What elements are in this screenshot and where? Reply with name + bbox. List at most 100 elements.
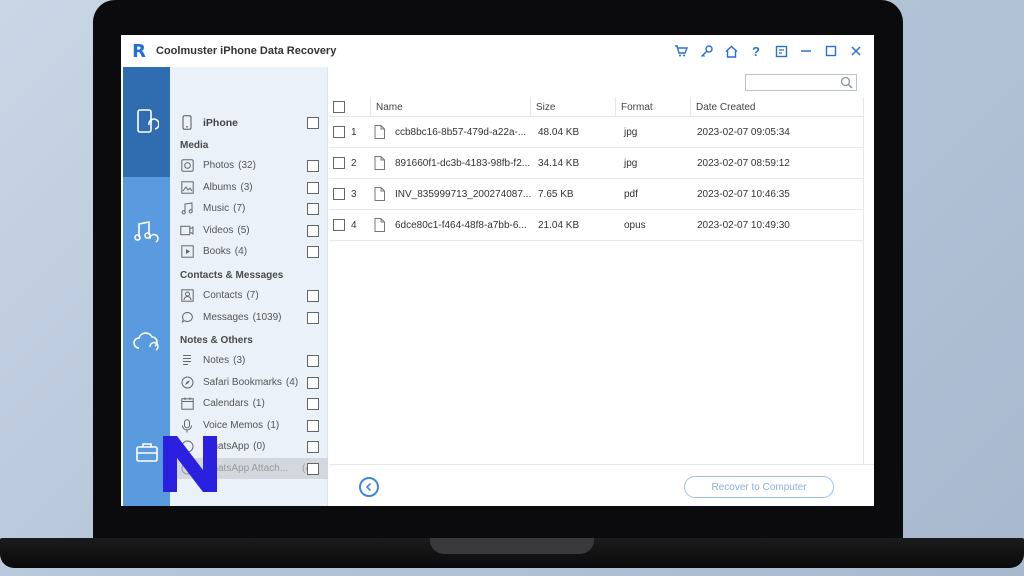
itunes-recovery-icon bbox=[133, 221, 159, 243]
key-icon[interactable] bbox=[698, 43, 714, 59]
category-checkbox[interactable] bbox=[307, 311, 319, 324]
title-bar: R Coolmuster iPhone Data Recovery ? bbox=[121, 35, 874, 67]
category-messages[interactable]: Messages (1039) bbox=[170, 307, 328, 328]
category-checkbox[interactable] bbox=[307, 202, 319, 215]
mode-icloud-recovery[interactable] bbox=[123, 287, 170, 397]
file-format: opus bbox=[624, 220, 646, 231]
category-checkbox[interactable] bbox=[307, 354, 319, 367]
row-checkbox[interactable] bbox=[333, 219, 345, 231]
row-checkbox[interactable] bbox=[333, 188, 345, 200]
feedback-icon[interactable] bbox=[773, 43, 789, 59]
app-title: Coolmuster iPhone Data Recovery bbox=[156, 45, 337, 57]
category-checkbox[interactable] bbox=[307, 289, 319, 302]
books-icon bbox=[180, 245, 194, 259]
photos-icon bbox=[180, 159, 194, 173]
help-icon[interactable]: ? bbox=[748, 43, 764, 59]
file-date: 2023-02-07 10:46:35 bbox=[697, 189, 790, 200]
category-checkbox[interactable] bbox=[307, 376, 319, 389]
category-count: (1) bbox=[252, 398, 265, 409]
category-checkbox[interactable] bbox=[307, 419, 319, 432]
table-right-border bbox=[863, 97, 864, 501]
category-music[interactable]: Music (7) bbox=[170, 198, 328, 219]
category-count: (4) bbox=[285, 377, 299, 388]
file-icon bbox=[374, 156, 385, 170]
category-calendars[interactable]: Calendars (1) bbox=[170, 393, 328, 414]
file-icon bbox=[374, 187, 385, 201]
close-icon[interactable] bbox=[848, 43, 864, 59]
category-count: (3) bbox=[233, 355, 246, 366]
music-icon bbox=[180, 202, 194, 216]
file-format: pdf bbox=[624, 189, 638, 200]
row-number: 2 bbox=[351, 158, 357, 169]
category-label: Safari Bookmarks bbox=[203, 377, 282, 388]
file-icon bbox=[374, 125, 385, 139]
row-checkbox[interactable] bbox=[333, 126, 345, 138]
category-photos[interactable]: Photos (32) bbox=[170, 155, 328, 176]
cart-icon[interactable] bbox=[673, 43, 689, 59]
file-date: 2023-02-07 10:49:30 bbox=[697, 220, 790, 231]
file-date: 2023-02-07 08:59:12 bbox=[697, 158, 790, 169]
minimize-icon[interactable] bbox=[798, 43, 814, 59]
category-checkbox[interactable] bbox=[307, 181, 319, 194]
recover-to-computer-button[interactable]: Recover to Computer bbox=[684, 476, 834, 498]
category-checkbox[interactable] bbox=[307, 440, 319, 453]
category-albums[interactable]: Albums (3) bbox=[170, 177, 328, 198]
column-format[interactable]: Format bbox=[621, 102, 653, 113]
chevron-left-icon bbox=[365, 482, 372, 492]
mode-itunes-recovery[interactable] bbox=[123, 177, 170, 287]
toolbox-icon bbox=[135, 442, 158, 462]
category-voice-memos[interactable]: Voice Memos (1) bbox=[170, 415, 328, 436]
row-number: 3 bbox=[351, 189, 357, 200]
file-name: INV_835999713_200274087... bbox=[395, 189, 532, 200]
category-videos[interactable]: Videos (5) bbox=[170, 220, 328, 241]
column-size[interactable]: Size bbox=[536, 102, 555, 113]
category-label: Music bbox=[203, 203, 230, 214]
table-row[interactable]: 2 891660f1-dc3b-4183-98fb-f2... 34.14 KB… bbox=[329, 148, 863, 179]
table-row[interactable]: 3 INV_835999713_200274087... 7.65 KB pdf… bbox=[329, 179, 863, 210]
category-books[interactable]: Books (4) bbox=[170, 241, 328, 262]
device-select-all-checkbox[interactable] bbox=[307, 116, 319, 129]
footer-bar: Recover to Computer bbox=[329, 464, 874, 506]
search-input[interactable] bbox=[745, 74, 857, 91]
table-row[interactable]: 4 6dce80c1-f464-48f8-a7bb-6... 21.04 KB … bbox=[329, 210, 863, 241]
category-count: (5) bbox=[237, 225, 250, 236]
section-header-notes-others: Notes & Others bbox=[180, 335, 253, 346]
section-header-contacts-messages: Contacts & Messages bbox=[180, 270, 284, 281]
column-date-created[interactable]: Date Created bbox=[696, 102, 755, 113]
select-all-checkbox[interactable] bbox=[333, 101, 345, 113]
category-label: Notes bbox=[203, 355, 230, 366]
column-name[interactable]: Name bbox=[376, 102, 403, 113]
row-checkbox[interactable] bbox=[333, 157, 345, 169]
category-notes[interactable]: Notes (3) bbox=[170, 350, 328, 371]
category-count: (7) bbox=[246, 290, 259, 301]
row-number: 1 bbox=[351, 127, 357, 138]
file-name: 891660f1-dc3b-4183-98fb-f2... bbox=[395, 158, 531, 169]
category-checkbox[interactable] bbox=[307, 224, 319, 237]
device-row[interactable]: iPhone bbox=[170, 112, 328, 133]
notes-icon bbox=[180, 354, 194, 368]
category-safari-bookmarks[interactable]: Safari Bookmarks (4) bbox=[170, 372, 328, 393]
back-button[interactable] bbox=[359, 477, 379, 497]
maximize-icon[interactable] bbox=[823, 43, 839, 59]
device-name: iPhone bbox=[203, 116, 239, 129]
category-count: (7) bbox=[233, 203, 246, 214]
table-row[interactable]: 1 ccb8bc16-8b57-479d-a22a-... 48.04 KB j… bbox=[329, 117, 863, 148]
category-label: Contacts bbox=[203, 290, 243, 301]
category-label: Messages bbox=[203, 312, 249, 323]
category-count: (1039) bbox=[252, 312, 282, 323]
category-checkbox[interactable] bbox=[307, 245, 319, 258]
mode-device-recovery[interactable] bbox=[123, 67, 170, 177]
file-list-panel: Name Size Format Date Created 1 ccb8bc16… bbox=[329, 67, 874, 506]
app-logo: R bbox=[132, 40, 146, 62]
category-label: Books bbox=[203, 246, 231, 257]
search-icon[interactable] bbox=[840, 76, 853, 89]
row-number: 4 bbox=[351, 220, 357, 231]
category-count: (3) bbox=[240, 182, 253, 193]
category-checkbox[interactable] bbox=[307, 159, 319, 172]
category-label: Photos bbox=[203, 160, 235, 171]
category-label: Albums bbox=[203, 182, 237, 193]
category-checkbox[interactable] bbox=[307, 462, 319, 475]
category-checkbox[interactable] bbox=[307, 397, 319, 410]
category-contacts[interactable]: Contacts (7) bbox=[170, 285, 328, 306]
home-icon[interactable] bbox=[723, 43, 739, 59]
